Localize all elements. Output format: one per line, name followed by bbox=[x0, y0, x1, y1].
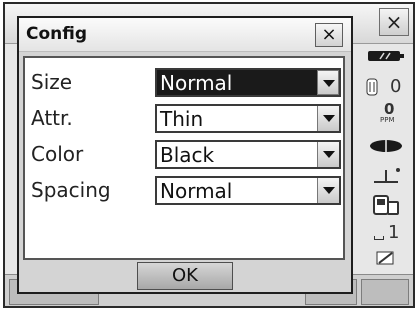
attr-value: Thin bbox=[160, 107, 204, 131]
prism-icon bbox=[366, 78, 378, 100]
prism-constant-value: 0 bbox=[390, 76, 402, 97]
background-softkey bbox=[361, 279, 409, 305]
dialog-close-button[interactable]: × bbox=[315, 23, 343, 47]
spacing-select[interactable]: Normal bbox=[155, 176, 341, 205]
dialog-title: Config bbox=[26, 24, 88, 44]
chevron-down-icon[interactable] bbox=[317, 142, 339, 167]
spacing-row: Spacing Normal bbox=[25, 176, 343, 206]
chevron-down-icon[interactable] bbox=[317, 106, 339, 131]
background-close-button[interactable]: × bbox=[379, 8, 409, 36]
ok-button[interactable]: OK bbox=[137, 262, 233, 290]
input-mode-number: 1 bbox=[388, 222, 400, 243]
size-row: Size Normal bbox=[25, 68, 343, 98]
color-label: Color bbox=[31, 142, 84, 166]
size-label: Size bbox=[31, 70, 73, 94]
dialog-titlebar: Config × bbox=[19, 18, 351, 52]
spacing-value: Normal bbox=[160, 179, 233, 203]
laser-icon bbox=[360, 138, 412, 154]
battery-icon bbox=[360, 48, 412, 66]
prism-constant-indicator: 0 bbox=[360, 76, 412, 100]
spacing-label: Spacing bbox=[31, 178, 111, 202]
memory-card-icon bbox=[360, 194, 412, 218]
attr-label: Attr. bbox=[31, 106, 73, 130]
attr-row: Attr. Thin bbox=[25, 104, 343, 134]
chevron-down-icon[interactable] bbox=[317, 178, 339, 203]
dialog-body: Size Normal Attr. Thin Color Black Spaci… bbox=[23, 56, 345, 260]
input-mode-indicator: 1 bbox=[360, 222, 412, 246]
color-row: Color Black bbox=[25, 140, 343, 170]
input-mode-icon bbox=[374, 236, 384, 240]
ppm-unit: PPM bbox=[380, 116, 395, 124]
color-value: Black bbox=[160, 143, 215, 167]
color-select[interactable]: Black bbox=[155, 140, 341, 169]
attr-select[interactable]: Thin bbox=[155, 104, 341, 133]
size-select[interactable]: Normal bbox=[155, 68, 341, 97]
size-value: Normal bbox=[160, 71, 233, 95]
ppm-indicator: 0 PPM bbox=[360, 100, 412, 128]
config-dialog: Config × Size Normal Attr. Thin Color Bl… bbox=[17, 16, 353, 294]
chevron-down-icon[interactable] bbox=[317, 70, 339, 95]
pen-icon bbox=[360, 250, 412, 268]
status-bar: 0 0 PPM 1 bbox=[360, 46, 412, 272]
tilt-icon bbox=[360, 164, 412, 186]
